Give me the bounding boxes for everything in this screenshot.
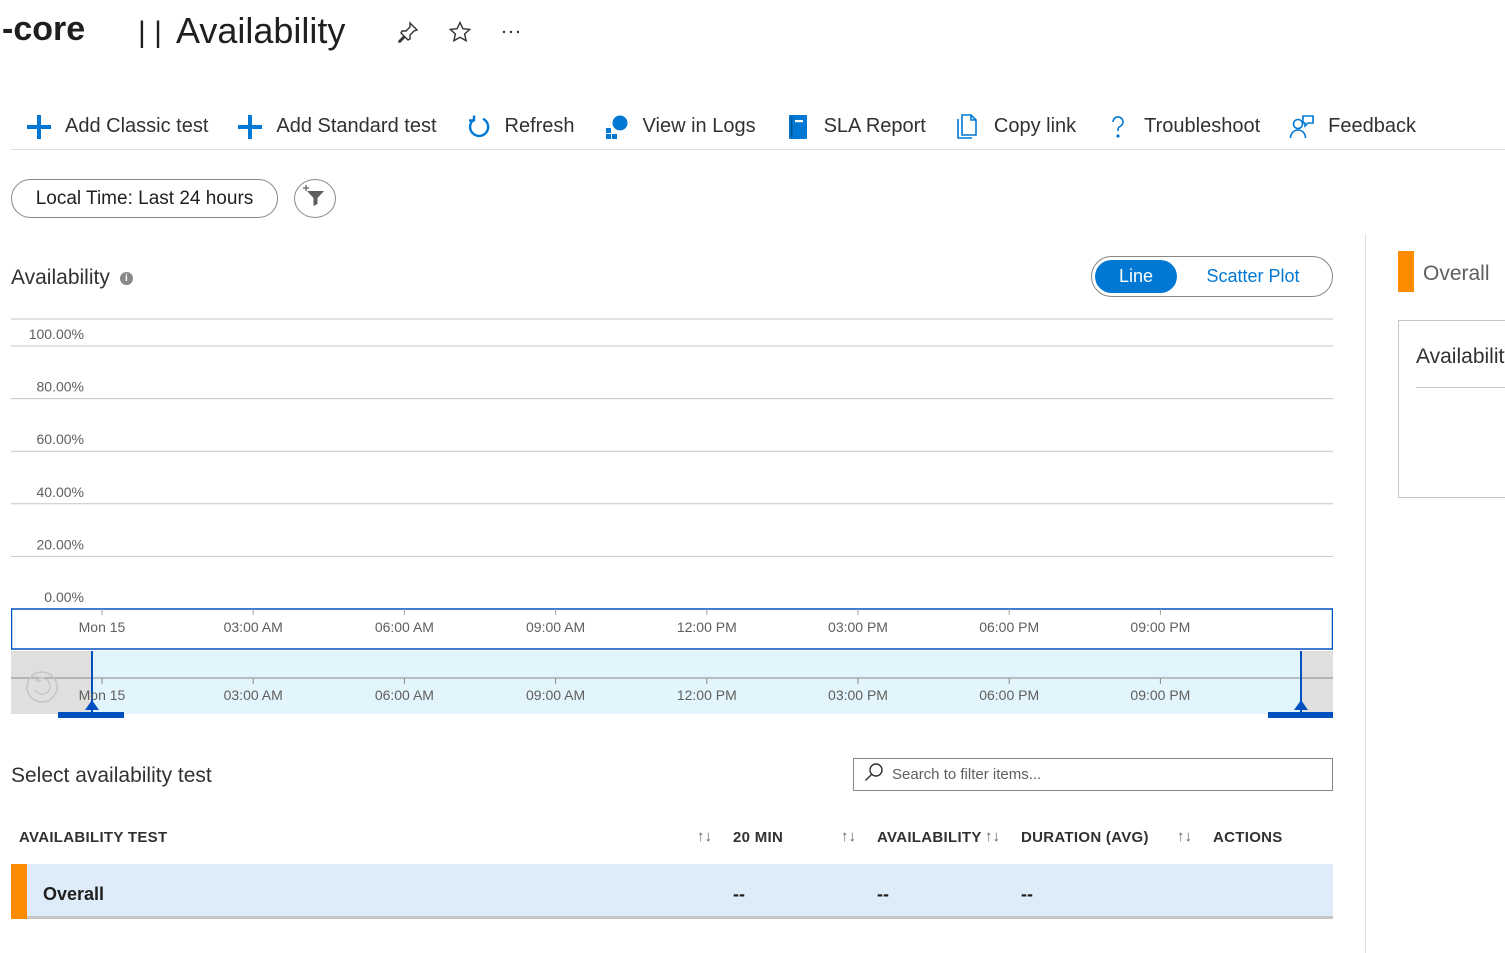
sla-report-button[interactable]: SLA Report <box>770 107 940 147</box>
sort-icon[interactable]: ↑↓ <box>841 828 856 845</box>
availability-title-text: Availability <box>11 266 110 289</box>
select-test-title: Select availability test <box>11 764 212 787</box>
y-tick-label: 20.00% <box>37 536 84 552</box>
search-icon <box>864 762 884 787</box>
feedback-label: Feedback <box>1328 115 1416 137</box>
x-tick-label: 12:00 PM <box>677 619 737 635</box>
brush-end-label: 11:48 PM <box>1271 715 1330 718</box>
logs-icon <box>603 113 631 141</box>
card-divider <box>1416 387 1505 388</box>
copy-link-button[interactable]: Copy link <box>940 107 1090 147</box>
brush-tick-label: 09:00 PM <box>1130 687 1190 703</box>
column-actions: ACTIONS <box>1213 829 1283 846</box>
column-duration-avg[interactable]: DURATION (AVG) <box>1021 829 1149 846</box>
copy-icon <box>954 113 982 141</box>
legend-color-swatch <box>1398 251 1414 292</box>
time-range-filter[interactable]: Local Time: Last 24 hours <box>11 179 278 218</box>
toggle-line-option[interactable]: Line <box>1095 260 1177 293</box>
table-header: AVAILABILITY TEST ↑↓ 20 MIN ↑↓ AVAILABIL… <box>11 826 1333 850</box>
more-options-icon[interactable] <box>497 18 525 46</box>
feedback-button[interactable]: Feedback <box>1274 107 1430 147</box>
x-tick-label: 06:00 AM <box>375 619 434 635</box>
brush-tick-label: 06:00 AM <box>375 687 434 703</box>
x-tick-label: 06:00 PM <box>979 619 1039 635</box>
chart-type-toggle: Line Scatter Plot <box>1091 256 1333 297</box>
info-icon[interactable]: i <box>119 271 133 285</box>
refresh-icon <box>465 113 493 141</box>
availability-chart: 100.00% 80.00% 60.00% 40.00% 20.00% 0.00% Mon … <box>11 318 1333 718</box>
report-book-icon <box>784 113 812 141</box>
add-filter-icon <box>303 184 327 213</box>
row-20-min-value: -- <box>733 884 745 904</box>
command-bar: Add Classic test Add Standard test Refre… <box>11 104 1505 150</box>
add-standard-test-label: Add Standard test <box>276 115 437 137</box>
y-tick-label: 60.00% <box>37 431 84 447</box>
y-tick-label: 100.00% <box>29 326 84 342</box>
title-separator: | | <box>138 16 162 49</box>
add-standard-test-button[interactable]: Add Standard test <box>222 107 450 147</box>
resource-name: -core <box>2 10 86 48</box>
view-in-logs-label: View in Logs <box>642 115 756 137</box>
brush-tick-label: 03:00 AM <box>224 687 283 703</box>
brush-start-label: 11:48 PM <box>62 715 121 718</box>
x-tick-label: 03:00 PM <box>828 619 888 635</box>
column-availability[interactable]: AVAILABILITY <box>877 829 982 846</box>
search-box[interactable] <box>853 758 1333 791</box>
x-tick-label: 03:00 AM <box>224 619 283 635</box>
refresh-label: Refresh <box>504 115 575 137</box>
card-title: Availability <box>1416 345 1505 368</box>
add-filter-button[interactable] <box>294 179 336 218</box>
sla-report-label: SLA Report <box>823 115 926 137</box>
brush-tick-label: 03:00 PM <box>828 687 888 703</box>
add-classic-test-button[interactable]: Add Classic test <box>11 107 222 147</box>
row-test-name: Overall <box>43 884 105 904</box>
availability-summary-card: Availability <box>1398 320 1505 498</box>
star-icon[interactable] <box>446 18 474 46</box>
troubleshoot-button[interactable]: Troubleshoot <box>1090 107 1274 147</box>
brush-tick-label: Mon 15 <box>79 687 126 703</box>
sort-icon[interactable]: ↑↓ <box>985 828 1000 845</box>
copy-link-label: Copy link <box>993 115 1077 137</box>
page-title: Availability <box>176 10 346 51</box>
x-tick-label: 09:00 AM <box>526 619 585 635</box>
feedback-person-icon <box>1288 113 1316 141</box>
row-availability-value: -- <box>877 884 889 904</box>
availability-section-title: Availability i <box>11 266 133 290</box>
column-availability-test[interactable]: AVAILABILITY TEST <box>19 829 167 846</box>
view-in-logs-button[interactable]: View in Logs <box>589 107 770 147</box>
add-classic-test-label: Add Classic test <box>65 115 209 137</box>
x-tick-label: Mon 15 <box>79 619 126 635</box>
y-tick-label: 0.00% <box>44 589 84 605</box>
sort-icon[interactable]: ↑↓ <box>1177 828 1192 845</box>
table-row[interactable]: Overall -- -- -- <box>11 864 1333 919</box>
y-tick-label: 80.00% <box>37 379 84 395</box>
sort-icon[interactable]: ↑↓ <box>697 828 712 845</box>
y-tick-label: 40.00% <box>37 484 84 500</box>
x-tick-label: 09:00 PM <box>1130 619 1190 635</box>
legend-label-overall[interactable]: Overall <box>1423 262 1490 286</box>
row-color-swatch <box>11 864 27 919</box>
column-20-min[interactable]: 20 MIN <box>733 829 783 846</box>
brush-selection <box>92 651 1301 714</box>
brush-tick-label: 09:00 AM <box>526 687 585 703</box>
availability-chart-svg: 100.00% 80.00% 60.00% 40.00% 20.00% 0.00% Mon … <box>11 318 1333 718</box>
pin-icon[interactable] <box>394 18 422 46</box>
plus-icon <box>25 113 53 141</box>
search-input[interactable] <box>892 766 1332 783</box>
panel-divider <box>1365 234 1366 953</box>
question-icon <box>1104 113 1132 141</box>
plus-icon <box>236 113 264 141</box>
toggle-scatter-plot-option[interactable]: Scatter Plot <box>1177 266 1329 287</box>
refresh-button[interactable]: Refresh <box>451 107 589 147</box>
row-duration-value: -- <box>1021 884 1033 904</box>
brush-tick-label: 12:00 PM <box>677 687 737 703</box>
brush-tick-label: 06:00 PM <box>979 687 1039 703</box>
troubleshoot-label: Troubleshoot <box>1144 115 1261 137</box>
